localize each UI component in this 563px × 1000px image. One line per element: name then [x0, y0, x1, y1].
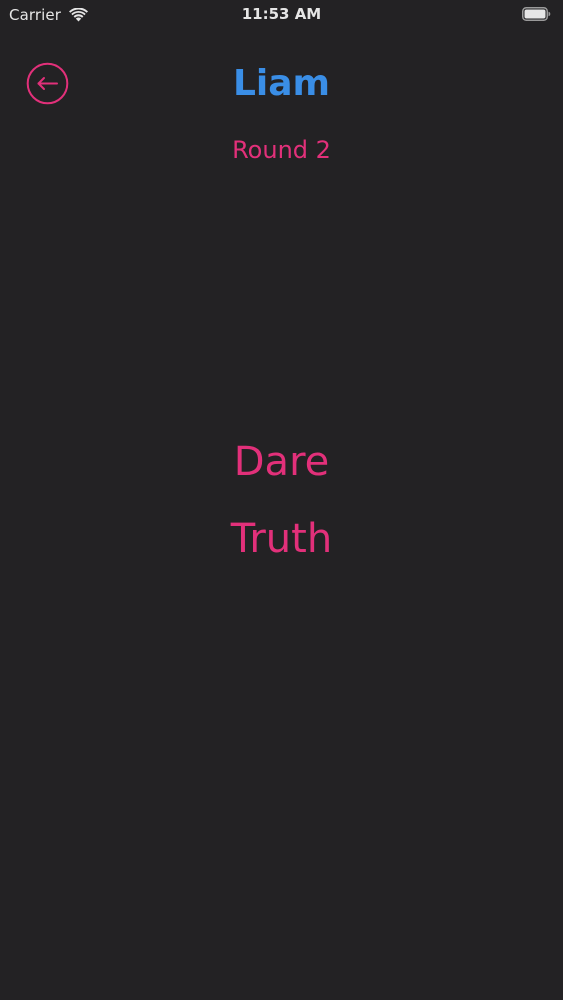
round-label: Round 2	[232, 136, 331, 164]
dare-button[interactable]: Dare	[228, 436, 336, 488]
status-time: 11:53 AM	[241, 5, 322, 23]
battery-icon	[522, 7, 551, 21]
player-name-title: Liam	[232, 63, 331, 104]
truth-button[interactable]: Truth	[225, 513, 338, 565]
status-bar: Carrier 11:53 AM	[0, 0, 563, 30]
